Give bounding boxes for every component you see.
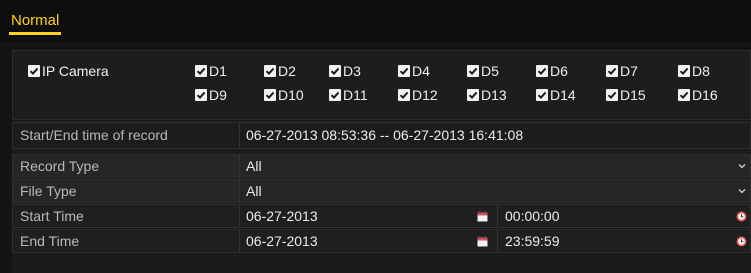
dropdown-arrow-icon[interactable]: [738, 162, 746, 170]
search-panel: IP Camera D1 D2 D3 D4 D5 D6 D7 D8 D9 D10…: [12, 50, 751, 273]
channel-label: D10: [278, 87, 304, 103]
channel-label: D7: [620, 63, 638, 79]
channel-checkbox-d1[interactable]: D1: [195, 63, 227, 79]
channel-checkbox-d14[interactable]: D14: [536, 87, 576, 103]
tab-normal[interactable]: Normal: [9, 12, 62, 35]
channel-label: D1: [209, 63, 227, 79]
checkbox-checked-icon: [467, 65, 479, 77]
end-time-label: End Time: [13, 230, 240, 252]
channel-label: D3: [343, 63, 361, 79]
file-type-select[interactable]: All: [246, 180, 262, 202]
checkbox-checked-icon: [536, 89, 548, 101]
file-type-row: File Type All: [12, 179, 751, 203]
end-time-value[interactable]: 23:59:59: [505, 230, 560, 252]
record-range-value: 06-27-2013 08:53:36 -- 06-27-2013 16:41:…: [246, 127, 524, 143]
channel-label: D9: [209, 87, 227, 103]
record-type-select[interactable]: All: [246, 155, 262, 177]
checkbox-checked-icon: [678, 89, 690, 101]
file-type-label: File Type: [13, 180, 240, 202]
tab-bar: Normal: [0, 0, 751, 42]
channel-checkbox-d11[interactable]: D11: [329, 87, 368, 103]
record-type-row: Record Type All: [12, 154, 751, 178]
checkbox-checked-icon: [678, 65, 690, 77]
channel-label: D11: [343, 87, 368, 103]
channel-checkbox-d12[interactable]: D12: [398, 87, 438, 103]
camera-selection: IP Camera D1 D2 D3 D4 D5 D6 D7 D8 D9 D10…: [12, 50, 751, 120]
ip-camera-label: IP Camera: [42, 63, 109, 79]
channel-checkbox-d9[interactable]: D9: [195, 87, 227, 103]
dropdown-arrow-icon[interactable]: [738, 187, 746, 195]
checkbox-checked-icon: [195, 89, 207, 101]
checkbox-checked-icon: [606, 65, 618, 77]
channel-label: D13: [481, 87, 507, 103]
checkbox-checked-icon: [28, 65, 40, 77]
channel-checkbox-d4[interactable]: D4: [398, 63, 430, 79]
checkbox-checked-icon: [329, 65, 341, 77]
checkbox-checked-icon: [398, 65, 410, 77]
record-range-label: Start/End time of record: [13, 123, 240, 148]
calendar-icon[interactable]: [477, 236, 488, 247]
checkbox-checked-icon: [536, 65, 548, 77]
channel-checkbox-d2[interactable]: D2: [264, 63, 296, 79]
channel-label: D14: [550, 87, 576, 103]
checkbox-checked-icon: [467, 89, 479, 101]
channel-checkbox-d15[interactable]: D15: [606, 87, 646, 103]
record-range-row: Start/End time of record 06-27-2013 08:5…: [12, 122, 751, 149]
channel-label: D15: [620, 87, 646, 103]
start-date-value: 06-27-2013: [246, 208, 318, 224]
checkbox-checked-icon: [264, 65, 276, 77]
channel-checkbox-d13[interactable]: D13: [467, 87, 507, 103]
channel-checkbox-d7[interactable]: D7: [606, 63, 638, 79]
start-time-label: Start Time: [13, 205, 240, 227]
channel-label: D8: [692, 63, 710, 79]
checkbox-checked-icon: [195, 65, 207, 77]
calendar-icon[interactable]: [477, 211, 488, 222]
checkbox-checked-icon: [606, 89, 618, 101]
start-time-row: Start Time 06-27-2013 00:00:00: [12, 204, 751, 228]
clock-icon[interactable]: [736, 236, 747, 247]
end-time-row: End Time 06-27-2013 23:59:59: [12, 229, 751, 253]
channel-label: D4: [412, 63, 430, 79]
end-date-value: 06-27-2013: [246, 233, 318, 249]
checkbox-checked-icon: [398, 89, 410, 101]
channel-checkbox-d5[interactable]: D5: [467, 63, 499, 79]
channel-label: D12: [412, 87, 438, 103]
channel-label: D6: [550, 63, 568, 79]
channel-checkbox-d16[interactable]: D16: [678, 87, 718, 103]
channel-checkbox-d8[interactable]: D8: [678, 63, 710, 79]
record-type-label: Record Type: [13, 155, 240, 177]
channel-checkbox-d3[interactable]: D3: [329, 63, 361, 79]
checkbox-checked-icon: [329, 89, 341, 101]
channel-label: D2: [278, 63, 296, 79]
start-time-value[interactable]: 00:00:00: [505, 205, 560, 227]
channel-label: D16: [692, 87, 718, 103]
ip-camera-checkbox[interactable]: IP Camera: [28, 63, 109, 79]
channel-label: D5: [481, 63, 499, 79]
channel-checkbox-d10[interactable]: D10: [264, 87, 304, 103]
checkbox-checked-icon: [264, 89, 276, 101]
clock-icon[interactable]: [736, 211, 747, 222]
channel-checkbox-d6[interactable]: D6: [536, 63, 568, 79]
